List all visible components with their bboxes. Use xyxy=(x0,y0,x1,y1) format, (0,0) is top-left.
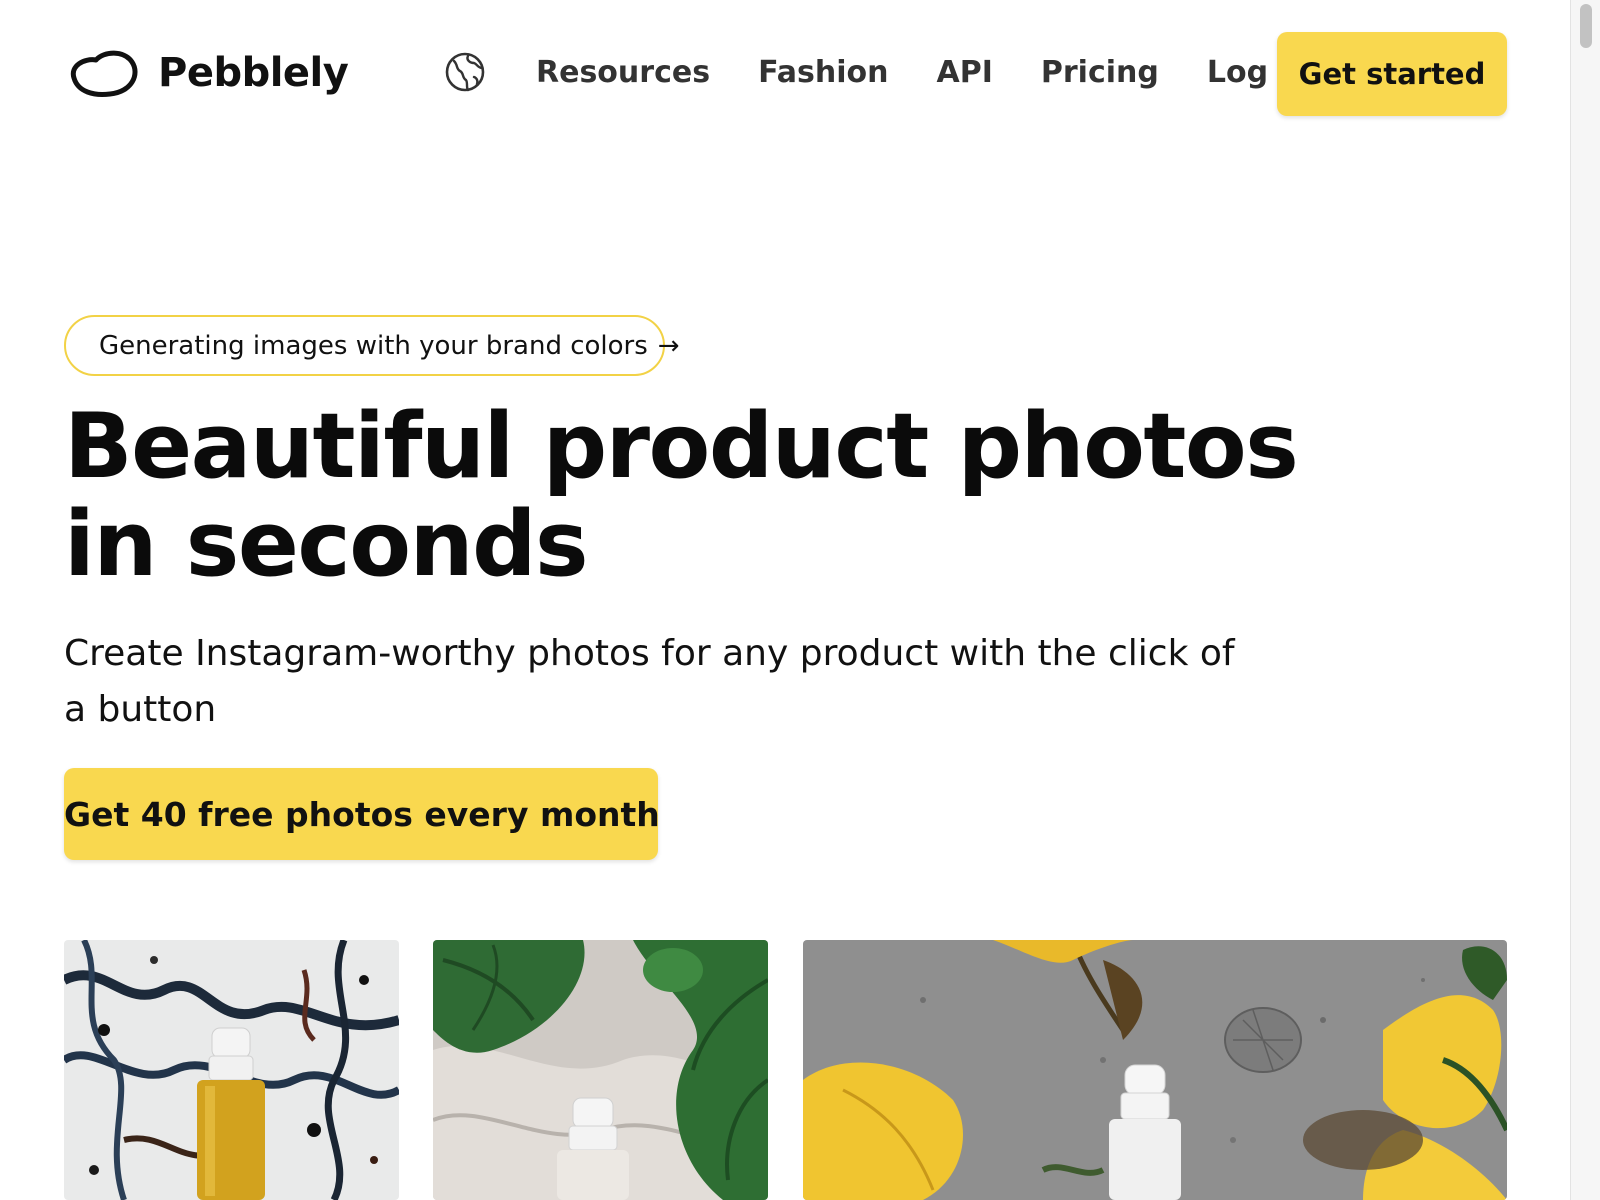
site-header: Pebblely Resources Fashion API Pricing L… xyxy=(0,0,1570,150)
gallery-image-yellow-flowers xyxy=(803,940,1507,1200)
hero-subheadline: Create Instagram-worthy photos for any p… xyxy=(64,633,1235,730)
free-photos-cta-button[interactable]: Get 40 free photos every month xyxy=(64,768,660,860)
vertical-scrollbar[interactable] xyxy=(1570,0,1600,1200)
pebble-logo-icon xyxy=(70,50,138,97)
nav-pricing[interactable]: Pricing xyxy=(1041,55,1159,90)
main-nav: Resources Fashion API Pricing Log in xyxy=(444,51,1310,93)
scrollbar-thumb[interactable] xyxy=(1580,4,1592,48)
nav-api[interactable]: API xyxy=(937,55,993,90)
yellow-flowers-product-photo xyxy=(803,940,1507,1200)
gallery-image-ink-splatter xyxy=(64,940,399,1200)
page: Pebblely Resources Fashion API Pricing L… xyxy=(0,0,1600,1200)
nav-resources[interactable]: Resources xyxy=(536,55,710,90)
hero-headline: Beautiful product photos in seconds xyxy=(64,394,1299,597)
arrow-right-icon: → xyxy=(657,330,680,361)
announcement-pill[interactable]: Generating images with your brand colors… xyxy=(64,315,680,376)
globe-icon[interactable] xyxy=(444,51,486,93)
monstera-product-photo xyxy=(433,940,768,1200)
gallery-image-monstera-leaves xyxy=(433,940,768,1200)
logo-link[interactable]: Pebblely xyxy=(66,48,349,98)
announcement-text: Generating images with your brand colors xyxy=(99,330,648,361)
nav-fashion[interactable]: Fashion xyxy=(758,55,888,90)
brand-name: Pebblely xyxy=(158,50,349,96)
get-started-button[interactable]: Get started xyxy=(1277,32,1507,116)
ink-splatter-product-photo xyxy=(64,940,399,1200)
